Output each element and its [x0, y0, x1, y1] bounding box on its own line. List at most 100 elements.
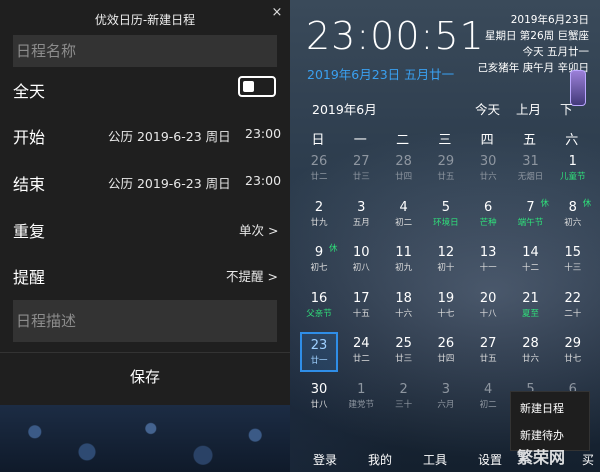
day-number: 11	[395, 245, 412, 260]
toggle-knob	[243, 81, 254, 92]
day-number: 10	[353, 245, 370, 260]
calendar-day[interactable]: 17 十五	[342, 287, 380, 327]
calendar-day[interactable]: 2 廿九	[300, 196, 338, 236]
calendar-day[interactable]: 30 廿六	[469, 150, 507, 190]
next-month-button[interactable]: 下	[560, 99, 573, 118]
calendar-day[interactable]: 5 环境日	[427, 196, 465, 236]
calendar-day[interactable]: 3 六月	[427, 378, 465, 418]
lunar-label: 初十	[437, 263, 455, 273]
calendar-day[interactable]: 26 廿四	[427, 332, 465, 372]
calendar-day[interactable]: 19 十七	[427, 287, 465, 327]
day-number: 2	[399, 381, 408, 397]
day-number: 26	[310, 154, 328, 169]
lunar-label: 廿八	[310, 399, 328, 410]
watermark-logo: 繁荣网	[517, 448, 566, 467]
nav-mine[interactable]: 我的	[368, 451, 392, 468]
calendar-day[interactable]: 22 二十	[554, 287, 592, 327]
end-label: 结束	[13, 175, 46, 194]
calendar-day[interactable]: 29 廿五	[427, 150, 465, 190]
lunar-label: 廿三	[352, 172, 370, 182]
lunar-label: 无烟日	[517, 172, 544, 182]
nav-extra[interactable]: 买	[582, 451, 594, 468]
start-time[interactable]: 23:00	[245, 126, 281, 141]
nav-tools[interactable]: 工具	[423, 451, 447, 468]
calendar-day[interactable]: 28 廿四	[385, 150, 423, 190]
lunar-label: 廿九	[310, 217, 328, 228]
calendar-day[interactable]: 2 三十	[385, 378, 423, 418]
calendar-day[interactable]: 1 儿童节	[554, 150, 592, 190]
calendar-day[interactable]: 20 十八	[469, 287, 507, 327]
lunar-label: 初二	[395, 217, 413, 228]
calendar-day[interactable]: 1 建党节	[342, 378, 380, 418]
close-icon[interactable]: ×	[268, 4, 286, 22]
nav-settings[interactable]: 设置	[478, 451, 502, 468]
info-weekday: 星期日 第26周 巨蟹座	[484, 30, 589, 42]
day-number: 27	[479, 336, 497, 351]
info-date: 2019年6月23日	[510, 14, 589, 26]
lunar-label: 十三	[564, 263, 582, 273]
event-name-input[interactable]: 日程名称	[13, 35, 277, 67]
day-number: 23	[310, 338, 328, 353]
calendar-day[interactable]: 27 廿五	[469, 332, 507, 372]
end-time[interactable]: 23:00	[245, 173, 281, 188]
day-number: 2	[314, 199, 324, 215]
calendar-day[interactable]: 12 初十	[427, 241, 465, 281]
lunar-label: 十二	[521, 263, 539, 273]
repeat-select[interactable]: 单次 >	[239, 220, 278, 239]
start-label: 开始	[13, 128, 46, 147]
calendar-day[interactable]: 27 廿三	[342, 150, 380, 190]
calendar-day[interactable]: 29 廿七	[554, 332, 592, 372]
calendar-day[interactable]: 28 廿六	[512, 332, 550, 372]
lunar-label: 廿三	[395, 354, 413, 364]
calendar-day[interactable]: 6 芒种	[469, 196, 507, 236]
calendar-day[interactable]: 11 初九	[385, 241, 423, 281]
day-number: 15	[564, 245, 582, 260]
lunar-label: 初七	[310, 263, 328, 273]
calendar-day[interactable]: 30 廿八	[300, 378, 338, 418]
calendar-day[interactable]: 25 廿三	[385, 332, 423, 372]
calendar-day[interactable]: 14 十二	[512, 241, 550, 281]
day-number: 25	[395, 336, 412, 351]
calendar-day[interactable]: 16 父亲节	[300, 287, 338, 327]
weekday-header: 日一二三四五六	[298, 129, 594, 148]
lunar-label: 初八	[352, 263, 370, 273]
lunar-label: 廿六	[479, 172, 497, 182]
calendar-day[interactable]: 24 廿二	[342, 332, 380, 372]
calendar-day[interactable]: 13 十一	[469, 241, 507, 281]
lunar-label: 夏至	[521, 308, 539, 319]
prev-month-button[interactable]: 上月	[516, 99, 541, 118]
lunar-label: 廿六	[521, 354, 539, 364]
day-number: 22	[564, 290, 582, 306]
calendar-day[interactable]: 26 廿二	[300, 150, 338, 190]
menu-item-new-event[interactable]: 新建日程	[511, 395, 591, 423]
today-button[interactable]: 今天	[475, 99, 500, 118]
day-number: 27	[353, 154, 370, 169]
start-date[interactable]: 公历 2019-6-23 周日	[108, 126, 231, 145]
calendar-day-today[interactable]: 23 廿一	[300, 332, 338, 372]
calendar-day[interactable]: 31 无烟日	[512, 150, 550, 190]
calendar-day[interactable]: 21 夏至	[512, 287, 550, 327]
lunar-label: 廿四	[395, 172, 413, 182]
calendar-day[interactable]: 3 五月	[342, 196, 380, 236]
nav-login[interactable]: 登录	[313, 451, 337, 468]
lunar-label: 三十	[395, 399, 413, 410]
day-number: 6	[484, 199, 493, 215]
save-button[interactable]: 保存	[0, 353, 290, 403]
lunar-label: 廿五	[479, 354, 497, 364]
day-number: 12	[437, 245, 455, 260]
event-description-input[interactable]: 日程描述	[13, 300, 277, 342]
calendar-day[interactable]: 4 初二	[469, 378, 507, 418]
weekday-label: 三	[438, 133, 452, 148]
lunar-label: 十一	[479, 263, 497, 273]
calendar-day[interactable]: 18 十六	[385, 287, 423, 327]
day-number: 4	[484, 381, 493, 397]
date-link[interactable]: 2019年6月23日 五月廿一	[307, 64, 454, 83]
calendar-day[interactable]: 4 初二	[385, 196, 423, 236]
context-menu: 新建日程 新建待办	[510, 391, 590, 451]
remind-select[interactable]: 不提醒 >	[226, 266, 278, 285]
allday-toggle[interactable]	[238, 76, 276, 97]
calendar-day[interactable]: 10 初八	[342, 241, 380, 281]
day-number: 24	[353, 336, 370, 351]
end-date[interactable]: 公历 2019-6-23 周日	[108, 173, 231, 192]
calendar-day[interactable]: 15 十三	[554, 241, 592, 281]
